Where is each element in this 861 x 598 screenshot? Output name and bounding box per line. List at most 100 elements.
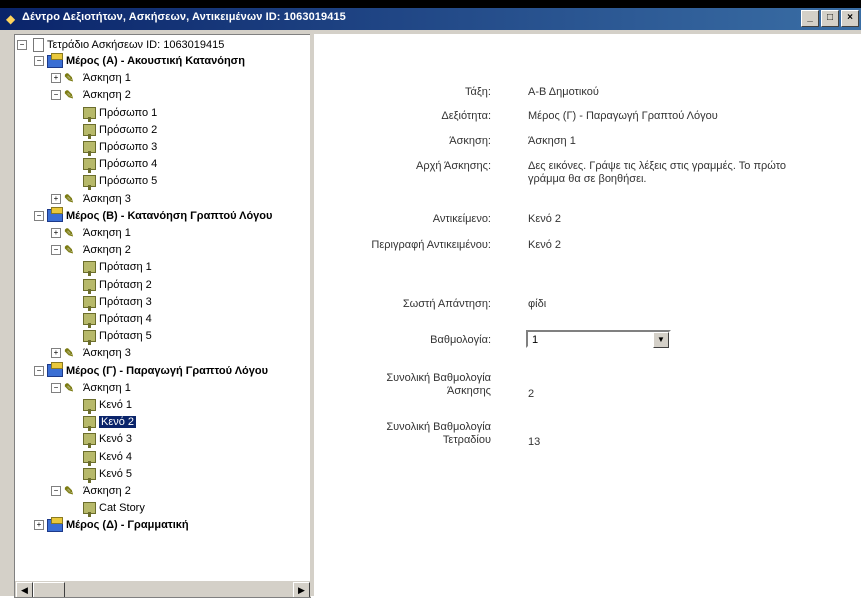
correct-answer-value: φίδι (528, 298, 547, 310)
chevron-down-icon[interactable]: ▼ (653, 332, 669, 348)
tree-node-label: Κενό 2 (99, 416, 137, 429)
exercise-label: Άσκηση: (449, 135, 491, 147)
tree-node[interactable]: − Μέρος (Α) - Ακουστική Κατανόηση (34, 52, 245, 69)
tree-node[interactable]: + ✎ Άσκηση 1 (51, 225, 131, 241)
tree-node-label: Άσκηση 3 (83, 192, 131, 205)
tree-node[interactable]: + ✎ Άσκηση 3 (51, 345, 131, 361)
workbook-total-value: 13 (528, 436, 541, 448)
expand-icon[interactable]: + (51, 73, 61, 84)
tree-node-label: Άσκηση 1 (83, 381, 131, 394)
item-icon (83, 502, 96, 518)
tree-node-label: Άσκηση 2 (83, 89, 131, 102)
exercise-total-value: 2 (528, 388, 535, 400)
tree-node-label: Πρόσωπο 2 (99, 123, 158, 136)
folder-icon (47, 516, 63, 532)
folder-icon (47, 207, 63, 223)
exercise-icon: ✎ (64, 484, 75, 498)
tree-node[interactable]: − Μέρος (Γ) - Παραγωγή Γραπτού Λόγου (34, 362, 268, 379)
details-pane: Τάξη: Α-Β Δημοτικού Δεξιότητα: Μέρος (Γ)… (314, 34, 861, 596)
item-icon (83, 158, 96, 174)
folder-icon (47, 52, 63, 68)
maximize-button[interactable]: □ (821, 10, 839, 27)
minimize-button[interactable]: _ (801, 10, 819, 27)
collapse-icon[interactable]: − (51, 90, 61, 101)
score-select-value: 1 (532, 334, 539, 346)
tree-node-label: Κενό 4 (99, 450, 133, 463)
tree-node[interactable]: Πρόταση 4 (68, 311, 152, 328)
tree-node[interactable]: − ✎ Άσκηση 2 (51, 483, 131, 499)
folder-icon (47, 362, 63, 378)
score-select[interactable]: 1 ▼ (526, 330, 671, 348)
tree-root[interactable]: − Τετράδιο Ασκήσεων ID: 1063019415 (17, 37, 224, 53)
tree-node[interactable]: Πρόσωπο 5 (68, 173, 158, 191)
tree-node-label: Πρόσωπο 3 (99, 141, 158, 153)
app-window: ◆ Δέντρο Δεξιοτήτων, Ασκήσεων, Αντικειμέ… (0, 0, 861, 598)
tree-node[interactable]: + ✎ Άσκηση 3 (51, 191, 131, 207)
tree-node-label: Πρόσωπο 5 (99, 175, 158, 188)
class-label: Τάξη: (465, 86, 491, 98)
tree-pane: − Τετράδιο Ασκήσεων ID: 1063019415 − Μέρο… (14, 34, 311, 598)
tree-node[interactable]: Πρόσωπο 1 (68, 105, 158, 122)
close-button[interactable]: × (841, 10, 859, 27)
tree-node[interactable]: Πρόταση 1 (68, 259, 152, 277)
skill-value: Μέρος (Γ) - Παραγωγή Γραπτού Λόγου (528, 110, 718, 122)
tree-node[interactable]: − ✎ Άσκηση 2 (51, 242, 131, 258)
tree-node[interactable]: Κενό 4 (68, 449, 133, 466)
instruction-label: Αρχή Άσκησης: (416, 160, 491, 172)
tree-node[interactable]: − ✎ Άσκηση 2 (51, 87, 131, 103)
tree-node-label: Cat Story (99, 502, 145, 515)
tree-node[interactable]: Πρόσωπο 2 (68, 122, 158, 139)
collapse-icon[interactable]: − (34, 210, 44, 221)
score-label: Βαθμολογία: (430, 334, 491, 346)
tree-node[interactable]: Κενό 5 (68, 466, 132, 483)
collapse-icon[interactable]: − (51, 245, 61, 256)
tree-node-label: Μέρος (Β) - Κατανόηση Γραπτού Λόγου (66, 209, 273, 222)
object-description-label: Περιγραφή Αντικειμένου: (371, 239, 491, 251)
item-icon (83, 330, 96, 346)
exercise-icon: ✎ (64, 191, 75, 206)
tree-node-label: Πρόταση 1 (99, 261, 152, 274)
tree-node-label: Πρόσωπο 1 (99, 106, 158, 119)
exercise-icon: ✎ (64, 380, 75, 395)
object-label: Αντικείμενο: (432, 213, 491, 225)
item-icon (83, 313, 96, 328)
item-icon (83, 175, 96, 191)
tree-node[interactable]: Cat Story (68, 500, 145, 518)
title-bar[interactable]: ◆ Δέντρο Δεξιοτήτων, Ασκήσεων, Αντικειμέ… (0, 8, 861, 30)
tree-node[interactable]: − ✎ Άσκηση 1 (51, 380, 131, 396)
item-icon (83, 295, 96, 311)
expand-icon[interactable]: + (51, 228, 61, 238)
collapse-icon[interactable]: − (17, 40, 27, 50)
collapse-icon[interactable]: − (51, 486, 61, 496)
tree-node[interactable]: Κενό 3 (68, 431, 132, 449)
object-value: Κενό 2 (528, 213, 562, 225)
tree-node-label: Μέρος (Α) - Ακουστική Κατανόηση (66, 55, 245, 67)
tree-node-label: Άσκηση 2 (83, 485, 131, 497)
tree-node[interactable]: + Μέρος (Δ) - Γραμματική (34, 516, 189, 533)
tree-node[interactable]: − Μέρος (Β) - Κατανόηση Γραπτού Λόγου (34, 207, 273, 224)
tree-node-label: Πρόταση 5 (99, 330, 152, 343)
expand-icon[interactable]: + (34, 520, 44, 531)
top-edge (0, 0, 861, 8)
tree-node[interactable]: Πρόταση 2 (68, 277, 152, 294)
item-icon (83, 467, 96, 483)
tree-node[interactable]: Πρόσωπο 3 (68, 139, 158, 156)
exercise-total-label-1: Συνολική Βαθμολογία (386, 372, 491, 384)
expand-icon[interactable]: + (51, 193, 61, 204)
tree-node[interactable]: Πρόσωπο 4 (68, 156, 157, 174)
app-icon: ◆ (6, 12, 16, 26)
tree-node[interactable]: + ✎ Άσκηση 1 (51, 70, 131, 86)
tree-node[interactable]: Κενό 1 (68, 397, 132, 414)
collapse-icon[interactable]: − (34, 56, 44, 66)
tree-node[interactable]: Κενό 2 (68, 414, 137, 432)
collapse-icon[interactable]: − (51, 382, 61, 393)
expand-icon[interactable]: + (51, 348, 61, 359)
tree-node[interactable]: Πρόταση 3 (68, 294, 152, 311)
exercise-icon: ✎ (64, 243, 75, 258)
tree-view[interactable]: − Τετράδιο Ασκήσεων ID: 1063019415 − Μέρο… (15, 35, 311, 580)
tree-node[interactable]: Πρόταση 5 (68, 328, 152, 346)
collapse-icon[interactable]: − (34, 365, 44, 376)
tree-node-label: Μέρος (Δ) - Γραμματική (66, 519, 189, 532)
horizontal-scrollbar[interactable]: ◀ ▶ (15, 580, 311, 597)
tree-node-label: Πρόταση 2 (99, 278, 152, 291)
